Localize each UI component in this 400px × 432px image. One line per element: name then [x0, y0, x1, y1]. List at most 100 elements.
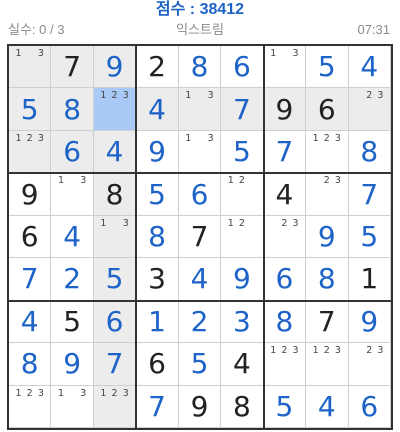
sudoku-cell[interactable]: 9: [348, 300, 391, 344]
sudoku-cell[interactable]: 8: [178, 46, 222, 89]
sudoku-cell[interactable]: 3: [221, 300, 264, 344]
sudoku-cell[interactable]: 4: [93, 130, 137, 174]
sudoku-cell[interactable]: 23: [348, 343, 391, 386]
sudoku-cell[interactable]: 9: [263, 88, 307, 131]
sudoku-cell[interactable]: 7: [178, 215, 222, 259]
sudoku-cell[interactable]: 7: [136, 385, 179, 428]
cell-notes: 123: [9, 386, 50, 400]
sudoku-cell[interactable]: 3: [136, 258, 179, 301]
sudoku-cell[interactable]: 123: [9, 385, 52, 428]
sudoku-cell[interactable]: 4: [136, 88, 179, 131]
sudoku-cell[interactable]: 7: [221, 88, 264, 131]
sudoku-cell[interactable]: 6: [9, 215, 52, 259]
sudoku-cell[interactable]: 5: [51, 300, 94, 344]
sudoku-cell[interactable]: 7: [263, 130, 307, 174]
sudoku-cell[interactable]: 5: [136, 173, 179, 216]
sudoku-cell[interactable]: 2: [51, 258, 94, 301]
sudoku-cell[interactable]: 9: [9, 173, 52, 216]
sudoku-cell[interactable]: 4: [348, 46, 391, 89]
note-digit: 2: [323, 132, 330, 144]
sudoku-cell[interactable]: 6: [178, 173, 222, 216]
sudoku-cell[interactable]: 7: [93, 343, 137, 386]
cell-value: 4: [360, 50, 379, 84]
sudoku-cell[interactable]: 6: [136, 343, 179, 386]
sudoku-cell[interactable]: 23: [306, 173, 349, 216]
sudoku-cell[interactable]: 8: [51, 88, 94, 131]
sudoku-cell[interactable]: 4: [51, 215, 94, 259]
sudoku-cell[interactable]: 6: [306, 88, 349, 131]
sudoku-cell[interactable]: 6: [221, 46, 264, 89]
sudoku-cell[interactable]: 123: [9, 130, 52, 174]
sudoku-cell[interactable]: 13: [178, 88, 222, 131]
sudoku-cell[interactable]: 4: [263, 173, 307, 216]
sudoku-cell[interactable]: 9: [93, 46, 137, 89]
cell-notes: 23: [349, 343, 390, 357]
sudoku-cell[interactable]: 5: [221, 130, 264, 174]
sudoku-cell[interactable]: 8: [9, 343, 52, 386]
note-digit: [353, 90, 363, 102]
sudoku-cell[interactable]: 2: [136, 46, 179, 89]
cell-value: 6: [275, 262, 294, 296]
cell-value: 5: [360, 219, 379, 253]
sudoku-cell[interactable]: 7: [306, 300, 349, 344]
sudoku-cell[interactable]: 123: [306, 343, 349, 386]
sudoku-cell[interactable]: 7: [9, 258, 52, 301]
sudoku-cell[interactable]: 6: [348, 385, 391, 428]
sudoku-cell[interactable]: 8: [348, 130, 391, 174]
cell-notes: 23: [264, 216, 305, 230]
sudoku-cell[interactable]: 9: [178, 385, 222, 428]
sudoku-cell[interactable]: 23: [263, 215, 307, 259]
sudoku-cell[interactable]: 12: [221, 173, 264, 216]
sudoku-cell[interactable]: 4: [306, 385, 349, 428]
cell-value: 1: [148, 304, 166, 338]
sudoku-cell[interactable]: 8: [136, 215, 179, 259]
sudoku-cell[interactable]: 5: [93, 258, 137, 301]
sudoku-cell[interactable]: 6: [93, 300, 137, 344]
sudoku-cell[interactable]: 9: [136, 130, 179, 174]
note-digit: 2: [323, 175, 330, 187]
sudoku-cell[interactable]: 5: [348, 215, 391, 259]
sudoku-cell[interactable]: 123: [93, 88, 137, 131]
sudoku-cell[interactable]: 5: [263, 385, 307, 428]
sudoku-cell[interactable]: 8: [263, 300, 307, 344]
sudoku-cell[interactable]: 13: [178, 130, 222, 174]
sudoku-cell[interactable]: 9: [221, 258, 264, 301]
sudoku-cell[interactable]: 6: [51, 130, 94, 174]
sudoku-cell[interactable]: 123: [93, 385, 137, 428]
sudoku-cell[interactable]: 8: [93, 173, 137, 216]
cell-value: 7: [233, 92, 251, 126]
sudoku-cell[interactable]: 13: [263, 46, 307, 89]
game-timer: 07:31: [357, 22, 390, 37]
sudoku-cell[interactable]: 123: [306, 130, 349, 174]
note-digit: 1: [312, 345, 319, 357]
sudoku-cell[interactable]: 9: [306, 215, 349, 259]
sudoku-cell[interactable]: 4: [221, 343, 264, 386]
sudoku-cell[interactable]: 23: [348, 88, 391, 131]
cell-value: 7: [317, 304, 336, 338]
sudoku-cell[interactable]: 13: [51, 173, 94, 216]
sudoku-cell[interactable]: 9: [51, 343, 94, 386]
cell-value: 5: [148, 177, 166, 211]
sudoku-cell[interactable]: 12: [221, 215, 264, 259]
note-digit: 3: [37, 132, 44, 144]
sudoku-cell[interactable]: 123: [263, 343, 307, 386]
sudoku-cell[interactable]: 5: [178, 343, 222, 386]
sudoku-cell[interactable]: 5: [9, 88, 52, 131]
sudoku-cell[interactable]: 7: [51, 46, 94, 89]
sudoku-cell[interactable]: 13: [51, 385, 94, 428]
sudoku-cell[interactable]: 13: [9, 46, 52, 89]
cell-value: 4: [233, 347, 251, 381]
note-digit: 3: [292, 48, 299, 59]
sudoku-cell[interactable]: 8: [221, 385, 264, 428]
sudoku-cell[interactable]: 13: [93, 215, 137, 259]
sudoku-cell[interactable]: 6: [263, 258, 307, 301]
sudoku-cell[interactable]: 7: [348, 173, 391, 216]
sudoku-cell[interactable]: 8: [306, 258, 349, 301]
sudoku-cell[interactable]: 4: [9, 300, 52, 344]
cell-value: 5: [233, 135, 251, 169]
sudoku-cell[interactable]: 5: [306, 46, 349, 89]
sudoku-cell[interactable]: 2: [178, 300, 222, 344]
sudoku-cell[interactable]: 4: [178, 258, 222, 301]
sudoku-cell[interactable]: 1: [136, 300, 179, 344]
sudoku-cell[interactable]: 1: [348, 258, 391, 301]
